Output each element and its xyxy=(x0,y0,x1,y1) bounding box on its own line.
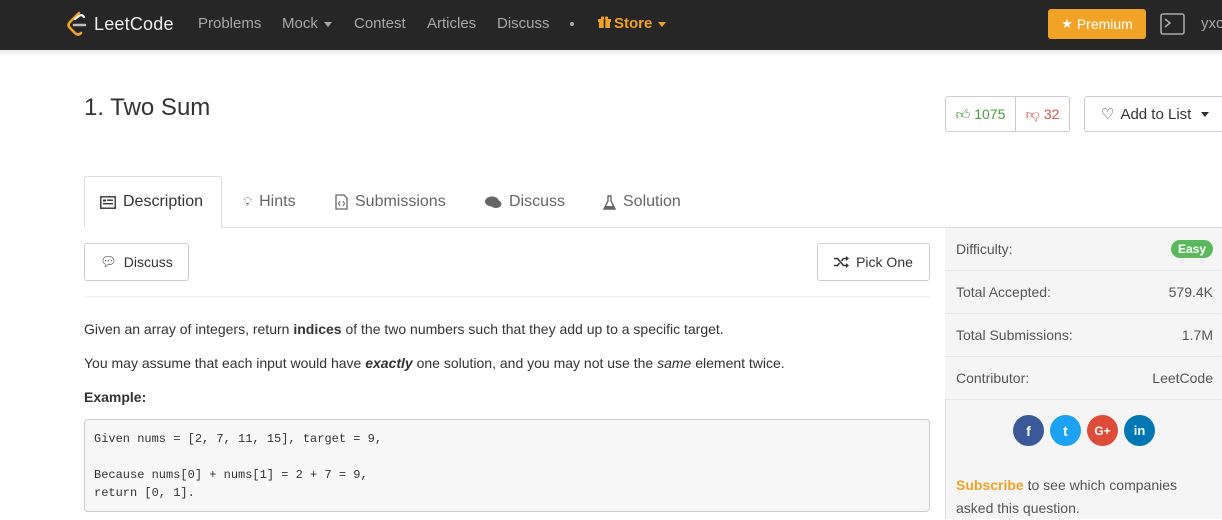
tab-discuss[interactable]: Discuss xyxy=(470,176,580,228)
p2-text-a: You may assume that each input would hav… xyxy=(84,355,366,371)
difficulty-label: Difficulty: xyxy=(956,241,1013,257)
linkedin-icon: in xyxy=(1133,423,1146,438)
flask-icon xyxy=(603,194,616,210)
nav-mock[interactable]: Mock xyxy=(282,15,332,32)
description-icon xyxy=(100,195,116,209)
example-code-block: Given nums = [2, 7, 11, 15], target = 9,… xyxy=(84,419,930,512)
chevron-down-icon xyxy=(658,21,667,27)
linkedin-share-button[interactable]: in xyxy=(1124,415,1155,446)
tab-description[interactable]: Description xyxy=(84,176,222,228)
comments-icon xyxy=(485,196,502,208)
dislike-count: 32 xyxy=(1043,106,1060,122)
shuffle-icon xyxy=(834,256,850,268)
nav-separator-dot xyxy=(570,22,574,26)
nav-discuss[interactable]: Discuss xyxy=(497,15,550,32)
navbar-shadow xyxy=(0,50,1222,56)
content-divider xyxy=(84,296,930,297)
difficulty-row: Difficulty: Easy xyxy=(945,228,1222,271)
tab-hints-label: Hints xyxy=(259,193,296,210)
leetcode-logo-icon xyxy=(67,11,87,36)
chevron-down-icon xyxy=(1201,111,1210,117)
logo-text: LeetCode xyxy=(94,13,174,34)
description-paragraph-2: You may assume that each input would hav… xyxy=(84,355,785,371)
terminal-icon[interactable] xyxy=(1160,13,1185,35)
facebook-share-button[interactable]: f xyxy=(1013,415,1044,446)
tab-solution[interactable]: Solution xyxy=(588,176,696,228)
leetcode-logo[interactable]: LeetCode xyxy=(66,10,174,38)
star-icon: ★ xyxy=(1061,16,1073,31)
lightbulb-icon: 💡︎ xyxy=(243,194,253,209)
thumbs-down-icon: 👎︎ xyxy=(1025,105,1040,122)
tab-hints[interactable]: 💡︎ Hints xyxy=(228,176,311,228)
tab-solution-label: Solution xyxy=(623,193,681,210)
dislike-button[interactable]: 👎︎ 32 xyxy=(1016,97,1069,131)
nav-store-label: Store xyxy=(614,15,653,32)
p1-text-b: indices xyxy=(293,321,342,337)
tab-submissions[interactable]: Submissions xyxy=(320,176,461,228)
contributor-value[interactable]: LeetCode xyxy=(1152,370,1213,386)
twitter-icon: t xyxy=(1063,422,1068,439)
top-navbar: LeetCode Problems Mock Contest Articles … xyxy=(0,0,1222,50)
p2-text-b: exactly xyxy=(365,355,413,371)
premium-label: Premium xyxy=(1076,16,1133,32)
discuss-button-label: Discuss xyxy=(123,254,173,270)
twitter-share-button[interactable]: t xyxy=(1050,415,1081,446)
premium-button[interactable]: ★ Premium xyxy=(1048,9,1146,39)
contributor-row: Contributor: LeetCode xyxy=(945,357,1222,400)
p1-text-a: Given an array of integers, return xyxy=(84,321,294,337)
submissions-label: Total Submissions: xyxy=(956,327,1073,343)
submissions-value: 1.7M xyxy=(1181,327,1213,343)
gift-icon xyxy=(598,16,611,28)
nav-contest[interactable]: Contest xyxy=(354,15,406,32)
accepted-value: 579.4K xyxy=(1168,284,1213,300)
subscribe-prompt: Subscribe to see which companies asked t… xyxy=(956,474,1206,520)
facebook-icon: f xyxy=(1026,422,1031,439)
chevron-down-icon xyxy=(323,21,332,27)
tab-submissions-label: Submissions xyxy=(355,193,446,210)
nav-store[interactable]: Store xyxy=(598,15,667,32)
thumbs-up-icon: 👍︎ xyxy=(955,105,971,122)
tab-description-label: Description xyxy=(123,193,204,210)
subscribe-link[interactable]: Subscribe xyxy=(956,477,1024,493)
add-to-list-label: Add to List xyxy=(1120,105,1192,123)
comment-icon: 💬︎ xyxy=(100,254,117,269)
add-to-list-button[interactable]: ♡ Add to List xyxy=(1084,96,1222,132)
accepted-row: Total Accepted: 579.4K xyxy=(945,271,1222,314)
heart-icon: ♡ xyxy=(1101,106,1115,123)
p2-text-e: element twice. xyxy=(691,355,785,371)
like-button[interactable]: 👍︎ 1075 xyxy=(946,97,1016,131)
discuss-button[interactable]: 💬︎ Discuss xyxy=(84,243,189,281)
contributor-label: Contributor: xyxy=(956,370,1030,386)
problem-title: 1. Two Sum xyxy=(84,94,211,121)
pick-one-label: Pick One xyxy=(856,254,913,270)
nav-mock-label: Mock xyxy=(282,15,318,32)
user-menu[interactable]: yxc xyxy=(1201,15,1222,32)
vote-box: 👍︎ 1075 👎︎ 32 xyxy=(945,96,1070,132)
p2-text-d: same xyxy=(657,355,692,371)
pick-one-button[interactable]: Pick One xyxy=(817,243,930,281)
example-label: Example: xyxy=(84,389,147,405)
like-count: 1075 xyxy=(974,106,1006,122)
code-file-icon xyxy=(335,194,348,210)
nav-articles[interactable]: Articles xyxy=(427,15,476,32)
tab-discuss-label: Discuss xyxy=(509,193,566,210)
p2-text-c: one solution, and you may not use the xyxy=(412,355,658,371)
p1-text-c: of the two numbers such that they add up… xyxy=(341,321,724,337)
google-plus-icon: G+ xyxy=(1094,423,1111,438)
submissions-row: Total Submissions: 1.7M xyxy=(945,314,1222,357)
google-plus-share-button[interactable]: G+ xyxy=(1087,415,1118,446)
accepted-label: Total Accepted: xyxy=(956,284,1051,300)
difficulty-badge: Easy xyxy=(1170,240,1213,258)
description-paragraph-1: Given an array of integers, return indic… xyxy=(84,321,724,337)
nav-problems[interactable]: Problems xyxy=(198,15,261,32)
